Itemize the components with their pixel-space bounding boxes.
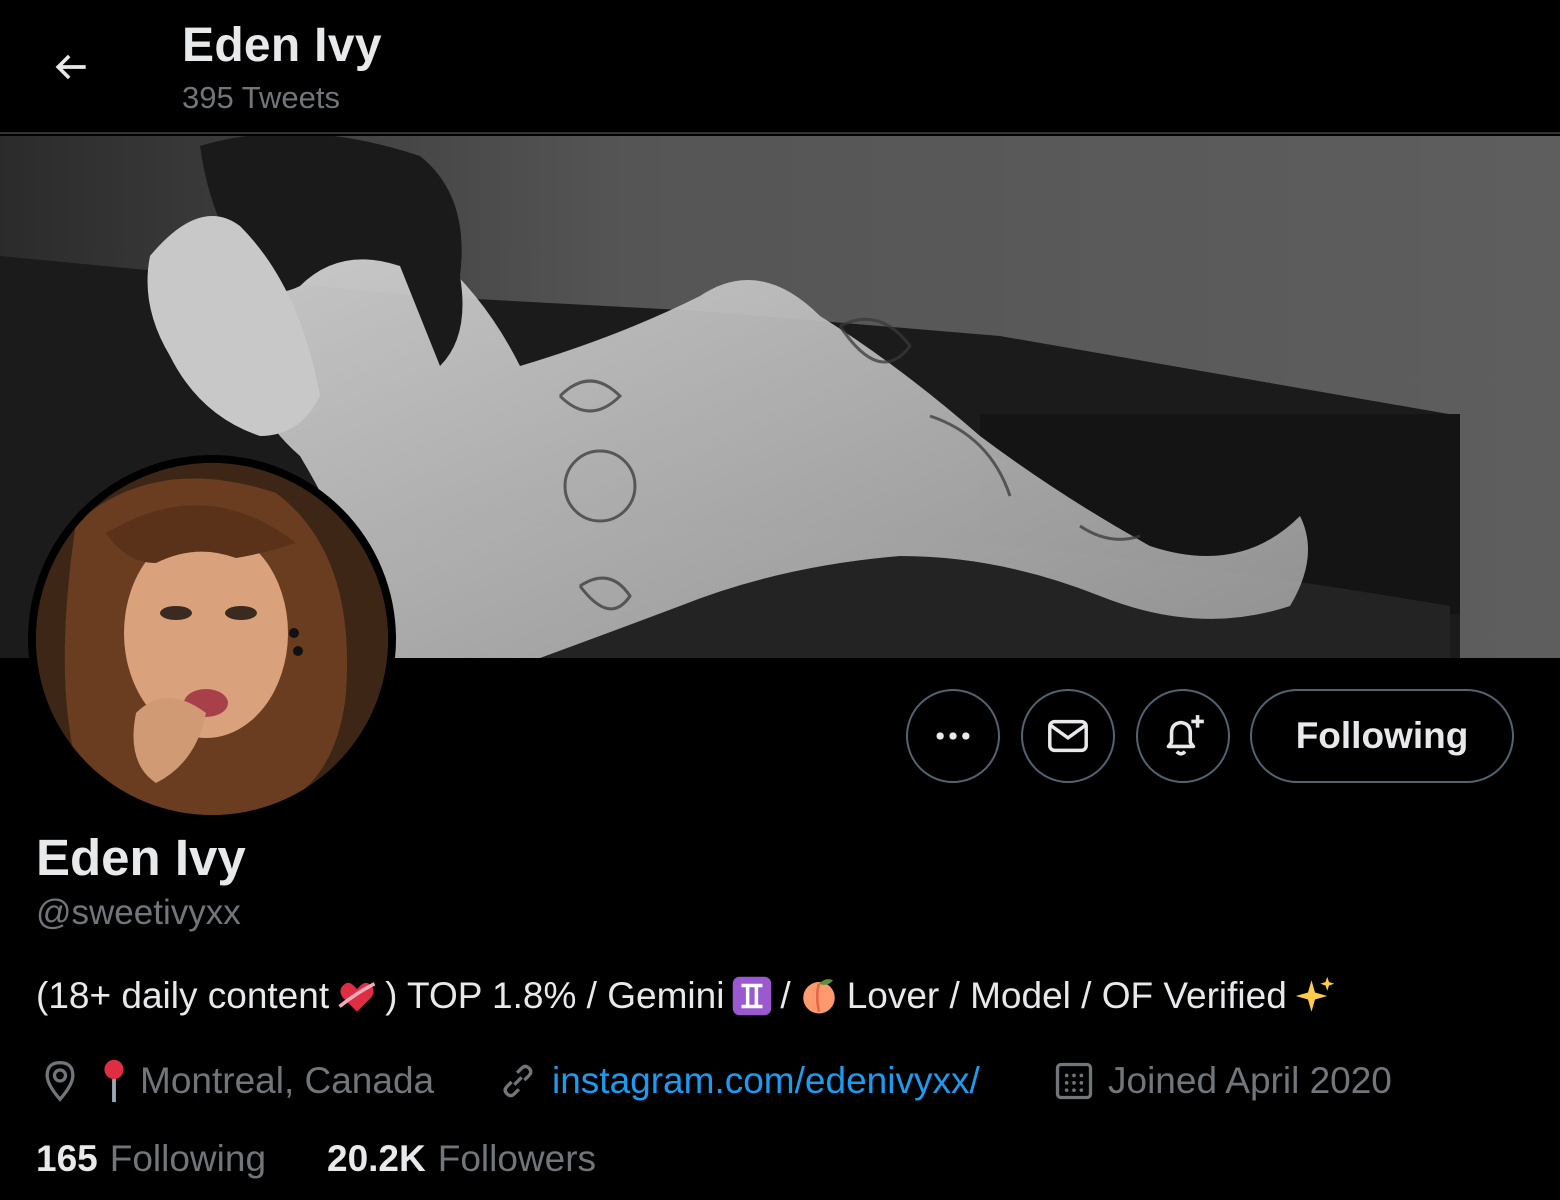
profile-location: Montreal, Canada [38,1056,434,1106]
sparkles-emoji-icon [1293,974,1337,1018]
back-arrow-icon [55,54,86,80]
website-link[interactable]: instagram.com/edenivyxx/ [552,1060,980,1102]
profile-page: Eden Ivy 395 Tweets Following Eden Ivy @… [0,0,1560,1200]
followers-count-link[interactable]: 20.2K Followers [327,1138,596,1180]
avatar-image [36,463,388,815]
profile-website[interactable]: instagram.com/edenivyxx/ [496,1056,980,1106]
profile-joined: Joined April 2020 [1052,1056,1392,1106]
header-tweet-count: 395 Tweets [182,80,340,115]
bio-text-4: Lover / Model / OF Verified [846,975,1287,1016]
bio-text-3: / [780,975,791,1016]
more-button[interactable] [906,689,1000,783]
following-button[interactable]: Following [1250,689,1514,783]
following-label: Following [109,1138,267,1179]
joined-text: Joined April 2020 [1108,1060,1392,1101]
more-icon [936,732,970,740]
location-icon [45,1061,75,1102]
followers-label: Followers [437,1138,597,1179]
followers-count: 20.2K [327,1138,426,1179]
peach-emoji-icon [797,974,841,1018]
notification-bell-plus-icon [1166,715,1204,756]
notifications-button[interactable] [1136,689,1230,783]
profile-bio: (18+ daily content ) TOP 1.8% / Gemini /… [36,974,1343,1018]
location-text: Montreal, Canada [140,1060,435,1101]
mail-icon [1048,719,1088,753]
message-button[interactable] [1021,689,1115,783]
link-icon [503,1064,533,1098]
following-count-link[interactable]: 165 Following [36,1138,266,1180]
profile-avatar[interactable] [28,455,396,823]
calendar-icon [1055,1062,1093,1100]
bio-text-1: (18+ daily content [36,975,330,1016]
back-button[interactable] [36,32,106,102]
bio-text-2: ) TOP 1.8% / Gemini [385,975,725,1016]
profile-handle: @sweetivyxx [36,893,241,932]
gemini-emoji-icon [730,974,774,1018]
following-count: 165 [36,1138,98,1179]
header-title: Eden Ivy [182,19,382,72]
profile-header-bar: Eden Ivy 395 Tweets [0,0,1560,134]
pin-emoji-icon [104,1059,124,1103]
heart-emoji-icon [335,974,379,1018]
profile-display-name: Eden Ivy [36,829,246,886]
